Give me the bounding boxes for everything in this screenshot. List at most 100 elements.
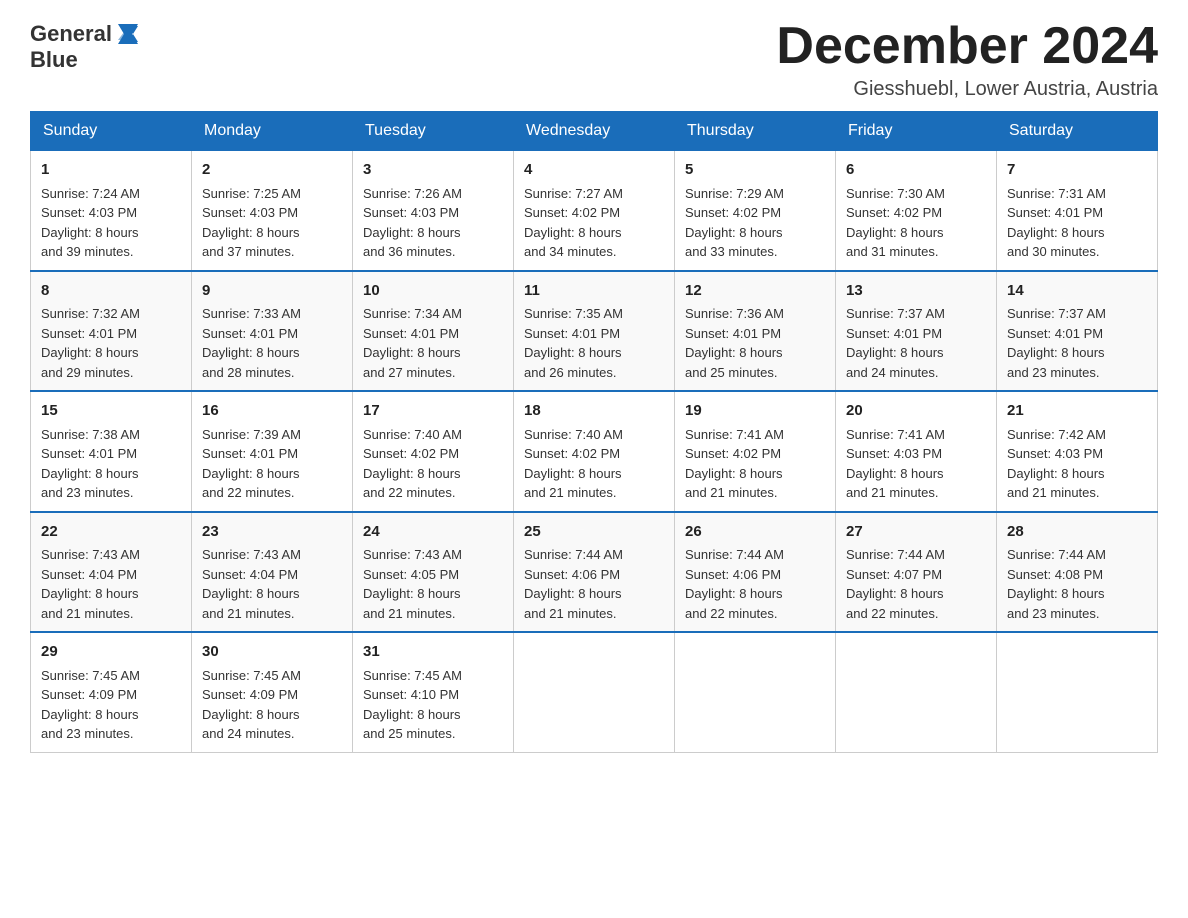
calendar-week-row: 22 Sunrise: 7:43 AM Sunset: 4:04 PM Dayl… — [31, 512, 1158, 633]
day-number: 15 — [41, 400, 181, 423]
sunset-text: Sunset: 4:01 PM — [846, 326, 942, 341]
sunset-text: Sunset: 4:01 PM — [685, 326, 781, 341]
calendar-day-cell: 4 Sunrise: 7:27 AM Sunset: 4:02 PM Dayli… — [514, 151, 675, 271]
sunset-text: Sunset: 4:01 PM — [41, 446, 137, 461]
sunrise-text: Sunrise: 7:26 AM — [363, 186, 462, 201]
sunrise-text: Sunrise: 7:25 AM — [202, 186, 301, 201]
calendar-day-cell: 30 Sunrise: 7:45 AM Sunset: 4:09 PM Dayl… — [192, 632, 353, 752]
logo: General Blue — [30, 20, 146, 72]
calendar-day-cell: 14 Sunrise: 7:37 AM Sunset: 4:01 PM Dayl… — [997, 271, 1158, 392]
daylight-text: Daylight: 8 hoursand 27 minutes. — [363, 345, 461, 380]
day-number: 29 — [41, 641, 181, 664]
daylight-text: Daylight: 8 hoursand 23 minutes. — [41, 466, 139, 501]
sunset-text: Sunset: 4:10 PM — [363, 687, 459, 702]
day-number: 5 — [685, 159, 825, 182]
daylight-text: Daylight: 8 hoursand 22 minutes. — [685, 586, 783, 621]
day-number: 12 — [685, 280, 825, 303]
sunset-text: Sunset: 4:09 PM — [202, 687, 298, 702]
header-saturday: Saturday — [997, 112, 1158, 151]
calendar-day-cell: 18 Sunrise: 7:40 AM Sunset: 4:02 PM Dayl… — [514, 391, 675, 512]
daylight-text: Daylight: 8 hoursand 26 minutes. — [524, 345, 622, 380]
header-friday: Friday — [836, 112, 997, 151]
day-number: 24 — [363, 521, 503, 544]
header-monday: Monday — [192, 112, 353, 151]
calendar-day-cell: 10 Sunrise: 7:34 AM Sunset: 4:01 PM Dayl… — [353, 271, 514, 392]
daylight-text: Daylight: 8 hoursand 24 minutes. — [202, 707, 300, 742]
daylight-text: Daylight: 8 hoursand 36 minutes. — [363, 225, 461, 260]
daylight-text: Daylight: 8 hoursand 29 minutes. — [41, 345, 139, 380]
sunrise-text: Sunrise: 7:39 AM — [202, 427, 301, 442]
sunrise-text: Sunrise: 7:43 AM — [202, 547, 301, 562]
sunset-text: Sunset: 4:03 PM — [846, 446, 942, 461]
daylight-text: Daylight: 8 hoursand 21 minutes. — [524, 466, 622, 501]
daylight-text: Daylight: 8 hoursand 22 minutes. — [363, 466, 461, 501]
day-number: 2 — [202, 159, 342, 182]
calendar-day-cell: 6 Sunrise: 7:30 AM Sunset: 4:02 PM Dayli… — [836, 151, 997, 271]
day-number: 8 — [41, 280, 181, 303]
calendar-day-cell: 17 Sunrise: 7:40 AM Sunset: 4:02 PM Dayl… — [353, 391, 514, 512]
sunset-text: Sunset: 4:02 PM — [524, 205, 620, 220]
day-number: 28 — [1007, 521, 1147, 544]
calendar-day-cell — [675, 632, 836, 752]
calendar-day-cell: 25 Sunrise: 7:44 AM Sunset: 4:06 PM Dayl… — [514, 512, 675, 633]
sunrise-text: Sunrise: 7:32 AM — [41, 306, 140, 321]
sunrise-text: Sunrise: 7:45 AM — [202, 668, 301, 683]
calendar-table: Sunday Monday Tuesday Wednesday Thursday… — [30, 111, 1158, 753]
day-number: 23 — [202, 521, 342, 544]
calendar-day-cell: 7 Sunrise: 7:31 AM Sunset: 4:01 PM Dayli… — [997, 151, 1158, 271]
header-tuesday: Tuesday — [353, 112, 514, 151]
sunset-text: Sunset: 4:03 PM — [202, 205, 298, 220]
sunrise-text: Sunrise: 7:41 AM — [846, 427, 945, 442]
calendar-day-cell: 3 Sunrise: 7:26 AM Sunset: 4:03 PM Dayli… — [353, 151, 514, 271]
day-number: 17 — [363, 400, 503, 423]
sunset-text: Sunset: 4:01 PM — [1007, 326, 1103, 341]
sunset-text: Sunset: 4:06 PM — [524, 567, 620, 582]
day-number: 14 — [1007, 280, 1147, 303]
calendar-day-cell: 13 Sunrise: 7:37 AM Sunset: 4:01 PM Dayl… — [836, 271, 997, 392]
calendar-day-cell: 1 Sunrise: 7:24 AM Sunset: 4:03 PM Dayli… — [31, 151, 192, 271]
day-number: 18 — [524, 400, 664, 423]
calendar-day-cell — [514, 632, 675, 752]
day-number: 4 — [524, 159, 664, 182]
calendar-week-row: 29 Sunrise: 7:45 AM Sunset: 4:09 PM Dayl… — [31, 632, 1158, 752]
header-wednesday: Wednesday — [514, 112, 675, 151]
day-number: 25 — [524, 521, 664, 544]
sunrise-text: Sunrise: 7:40 AM — [524, 427, 623, 442]
sunset-text: Sunset: 4:08 PM — [1007, 567, 1103, 582]
day-number: 22 — [41, 521, 181, 544]
daylight-text: Daylight: 8 hoursand 21 minutes. — [846, 466, 944, 501]
sunrise-text: Sunrise: 7:44 AM — [685, 547, 784, 562]
sunset-text: Sunset: 4:01 PM — [41, 326, 137, 341]
sunrise-text: Sunrise: 7:43 AM — [363, 547, 462, 562]
calendar-day-cell: 9 Sunrise: 7:33 AM Sunset: 4:01 PM Dayli… — [192, 271, 353, 392]
calendar-day-cell: 24 Sunrise: 7:43 AM Sunset: 4:05 PM Dayl… — [353, 512, 514, 633]
day-number: 19 — [685, 400, 825, 423]
header-thursday: Thursday — [675, 112, 836, 151]
daylight-text: Daylight: 8 hoursand 25 minutes. — [363, 707, 461, 742]
day-number: 3 — [363, 159, 503, 182]
calendar-day-cell: 29 Sunrise: 7:45 AM Sunset: 4:09 PM Dayl… — [31, 632, 192, 752]
daylight-text: Daylight: 8 hoursand 24 minutes. — [846, 345, 944, 380]
sunrise-text: Sunrise: 7:31 AM — [1007, 186, 1106, 201]
sunset-text: Sunset: 4:06 PM — [685, 567, 781, 582]
day-number: 6 — [846, 159, 986, 182]
day-number: 9 — [202, 280, 342, 303]
day-number: 20 — [846, 400, 986, 423]
sunrise-text: Sunrise: 7:29 AM — [685, 186, 784, 201]
calendar-day-cell: 28 Sunrise: 7:44 AM Sunset: 4:08 PM Dayl… — [997, 512, 1158, 633]
day-number: 30 — [202, 641, 342, 664]
header-sunday: Sunday — [31, 112, 192, 151]
sunrise-text: Sunrise: 7:44 AM — [846, 547, 945, 562]
sunrise-text: Sunrise: 7:45 AM — [41, 668, 140, 683]
calendar-week-row: 15 Sunrise: 7:38 AM Sunset: 4:01 PM Dayl… — [31, 391, 1158, 512]
sunrise-text: Sunrise: 7:36 AM — [685, 306, 784, 321]
sunrise-text: Sunrise: 7:38 AM — [41, 427, 140, 442]
calendar-day-cell — [836, 632, 997, 752]
sunset-text: Sunset: 4:01 PM — [202, 326, 298, 341]
logo-blue: Blue — [30, 47, 78, 72]
calendar-day-cell: 15 Sunrise: 7:38 AM Sunset: 4:01 PM Dayl… — [31, 391, 192, 512]
sunrise-text: Sunrise: 7:37 AM — [846, 306, 945, 321]
day-number: 26 — [685, 521, 825, 544]
sunrise-text: Sunrise: 7:30 AM — [846, 186, 945, 201]
calendar-day-cell: 8 Sunrise: 7:32 AM Sunset: 4:01 PM Dayli… — [31, 271, 192, 392]
